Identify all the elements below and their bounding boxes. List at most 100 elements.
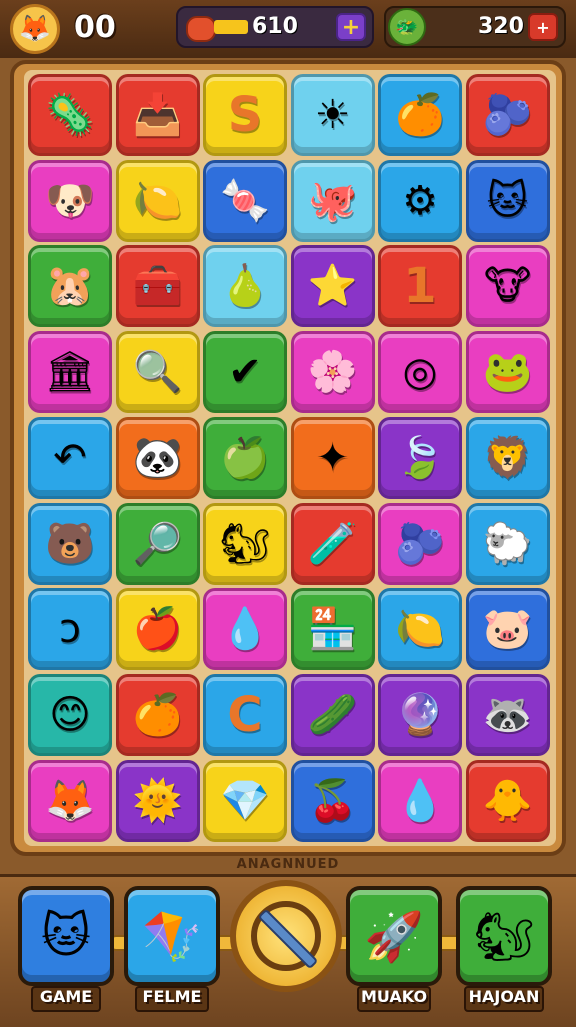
blue-apple-icon: 🍎	[132, 606, 183, 653]
tile-flask[interactable]: 🧪	[290, 502, 375, 585]
blue-blob-icon: 🫐	[482, 92, 533, 138]
bear-face-icon: 🐻	[45, 520, 95, 567]
tile-orange-hook[interactable]: ↄ	[28, 588, 112, 671]
tile-sheep[interactable]: 🐑	[465, 502, 550, 585]
tile-hamster-face[interactable]: 🐹	[28, 245, 112, 328]
tile-octopus[interactable]: 🐙	[290, 159, 375, 242]
dock-button-felme[interactable]: 🪁	[124, 886, 220, 986]
blue-gem-icon: 💎	[220, 777, 270, 824]
tile-building[interactable]: 🏛	[28, 331, 112, 414]
add-gems-button[interactable]: +	[528, 13, 558, 41]
green-dragon-icon: 🐲	[388, 8, 426, 46]
tile-toolbox[interactable]: 🧰	[115, 245, 200, 328]
tile-water-drop[interactable]: 💧	[378, 759, 462, 842]
tile-letter-c[interactable]: C	[203, 673, 287, 756]
fox-face-icon[interactable]: 🦊	[10, 4, 60, 54]
dock-button-muako[interactable]: 🚀	[346, 886, 442, 986]
tile-magnifier[interactable]: 🔍	[115, 331, 200, 414]
tile-pink-candy[interactable]: 🍬	[203, 159, 287, 242]
green-blob-icon: 🦠	[45, 92, 95, 138]
tile-bear-face[interactable]: 🐻	[28, 502, 112, 585]
game-board: 🦠 📥 S ☀ 🍊 🫐 🐶 🍋 🍬 🐙 ⚙ 🐱 🐹 🧰 🍐 ⭐ 1 🐮 🏛 🔍 ✔ 🌸 ◎ 🐸 ↶ 🐼 🍏 ✦ 🍃 🦁 🐻 🔎 🐿 🧪 🫐 🐑 ↄ 🍎 💧 🏪…	[24, 70, 556, 846]
tile-letter-s[interactable]: S	[203, 74, 287, 156]
tile-flower[interactable]: 🌸	[290, 331, 375, 414]
tile-green-apple[interactable]: 🍏	[203, 416, 287, 499]
dock-button-game[interactable]: 🐱	[18, 886, 114, 986]
green-box-icon: 📥	[132, 92, 183, 138]
add-coins-button[interactable]: +	[336, 13, 366, 41]
tile-yellow-fruit[interactable]: 🍋	[115, 159, 200, 242]
tile-check-mark[interactable]: ✔	[203, 331, 287, 414]
tile-star[interactable]: ⭐	[290, 245, 375, 328]
tile-orange-drop[interactable]: 🍊	[378, 74, 462, 156]
raccoon-icon: 🦝	[482, 691, 533, 738]
tile-green-gear[interactable]: ⚙	[378, 159, 462, 242]
tile-squirrel[interactable]: 🐿	[203, 502, 287, 585]
gem-amount: 320	[478, 14, 524, 39]
green-ring-icon: ◎	[402, 349, 438, 396]
level-label: ANAGNNUED	[236, 857, 340, 872]
rocket-icon: 🚀	[364, 908, 424, 965]
cloud-face-icon: 🐮	[483, 263, 532, 310]
tile-green-box[interactable]: 📥	[115, 74, 200, 156]
green-leaf-icon: 🍃	[395, 434, 445, 481]
tile-blue-gem[interactable]: 💎	[203, 759, 287, 842]
yellow-fruit-icon: 🍋	[132, 177, 183, 224]
dock-button-hajoan[interactable]: 🐿	[456, 886, 552, 986]
tile-sun[interactable]: ☀	[290, 74, 375, 156]
tile-yellow-bird[interactable]: 🐥	[465, 759, 550, 842]
tile-blue-blob[interactable]: 🫐	[465, 74, 550, 156]
tile-yellow-smile[interactable]: 😊	[28, 673, 112, 756]
tile-sun-face[interactable]: 🌞	[115, 759, 200, 842]
tile-green-magnifier[interactable]: 🔎	[115, 502, 200, 585]
blue-berry-icon: 🫐	[395, 520, 445, 567]
blue-heart-icon: 💧	[220, 606, 270, 653]
green-drop-icon: 🍐	[220, 263, 270, 310]
tile-blue-berry[interactable]: 🫐	[378, 502, 462, 585]
tile-red-cherry[interactable]: 🍒	[290, 759, 375, 842]
kite-icon: 🪁	[142, 908, 202, 965]
lion-girl-icon: 🦁	[482, 434, 533, 481]
fox-runner-icon: 🦊	[45, 777, 95, 824]
pink-candy-icon: 🍬	[220, 177, 270, 224]
dock-label: GAME	[39, 987, 93, 1006]
tile-yellow-cat[interactable]: 🐱	[465, 159, 550, 242]
tile-green-leaf[interactable]: 🍃	[378, 416, 462, 499]
tile-green-creature[interactable]: 🐸	[465, 331, 550, 414]
yellow-cat-icon: 🐱	[486, 177, 529, 224]
tile-cloud-face[interactable]: 🐮	[465, 245, 550, 328]
striped-ball-icon: 🔮	[395, 691, 445, 738]
tile-blue-star[interactable]: ✦	[290, 416, 375, 499]
tile-shop[interactable]: 🏪	[290, 588, 375, 671]
tile-striped-ball[interactable]: 🔮	[378, 673, 462, 756]
check-mark-icon: ✔	[228, 349, 262, 396]
tile-raccoon[interactable]: 🦝	[465, 673, 550, 756]
tile-number-one[interactable]: 1	[378, 245, 462, 328]
squirrel-icon: 🐿	[219, 520, 271, 567]
red-cherry-icon: 🍒	[307, 777, 358, 824]
center-action-button[interactable]	[230, 880, 342, 992]
water-drop-icon: 💧	[395, 777, 445, 824]
tile-green-ring[interactable]: ◎	[378, 331, 462, 414]
tile-green-drop[interactable]: 🍐	[203, 245, 287, 328]
tile-dog-face[interactable]: 🐶	[28, 159, 112, 242]
yellow-bird-icon: 🐥	[482, 777, 533, 824]
orange-fruit-icon: 🍊	[132, 691, 183, 738]
bear-ring-icon: 🐼	[132, 434, 183, 481]
orange-hook-icon: ↄ	[59, 606, 81, 653]
tile-curl-arrow[interactable]: ↶	[28, 416, 112, 499]
tile-fox-runner[interactable]: 🦊	[28, 759, 112, 842]
tile-orange-fruit[interactable]: 🍊	[115, 673, 200, 756]
gem-counter: 🐲 320 +	[384, 6, 566, 48]
score-counter: 00	[74, 10, 116, 45]
pink-monster-icon: 🐷	[482, 606, 533, 653]
tile-green-blob[interactable]: 🦠	[28, 74, 112, 156]
tile-blue-heart[interactable]: 💧	[203, 588, 287, 671]
green-creature-icon: 🐸	[482, 349, 533, 396]
tile-green-pod[interactable]: 🥒	[290, 673, 375, 756]
tile-lion-girl[interactable]: 🦁	[465, 416, 550, 499]
tile-pink-monster[interactable]: 🐷	[465, 588, 550, 671]
tile-bear-ring[interactable]: 🐼	[115, 416, 200, 499]
tile-yellow-drop[interactable]: 🍋	[378, 588, 462, 671]
tile-blue-apple[interactable]: 🍎	[115, 588, 200, 671]
